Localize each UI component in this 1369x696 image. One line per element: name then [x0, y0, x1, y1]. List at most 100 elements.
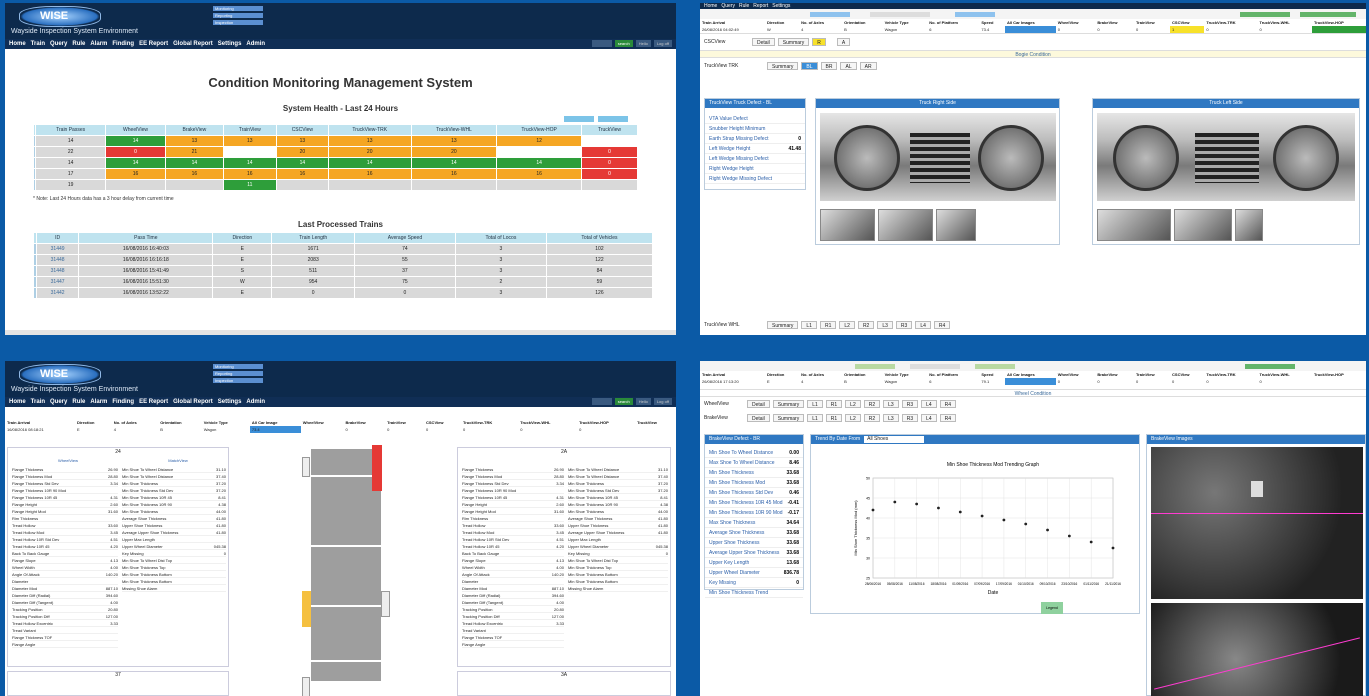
list-item[interactable]: Left Wedge Height 41.48 — [705, 144, 805, 154]
data-point[interactable] — [893, 500, 897, 504]
tv-ar-button[interactable]: AR — [859, 62, 877, 70]
logoff-link[interactable]: Log off — [653, 40, 672, 47]
wheel-warning-marker[interactable] — [302, 591, 311, 627]
bv-r1-button[interactable]: R1 — [825, 414, 843, 422]
wv-r4-button[interactable]: R4 — [939, 400, 957, 408]
list-item[interactable]: Min Shoe Thickness Trend — [705, 588, 803, 598]
whl-summary-button[interactable]: Summary — [767, 321, 799, 329]
p3-nav-rule[interactable]: Rule — [72, 399, 85, 405]
list-item[interactable]: Left Wedge Missing Defect — [705, 154, 805, 164]
csc-summary-button[interactable]: Summary — [777, 38, 810, 46]
data-point[interactable] — [1067, 534, 1071, 538]
p3-nav-alarm[interactable]: Alarm — [90, 399, 107, 405]
p3-nav-settings[interactable]: Settings — [218, 399, 242, 405]
wv-l3-button[interactable]: L3 — [883, 400, 899, 408]
p2-approve-button[interactable] — [1240, 12, 1290, 17]
health-cell[interactable]: 16 — [275, 168, 329, 180]
health-cell[interactable]: 16 — [222, 168, 277, 180]
health-cell[interactable]: 13 — [327, 135, 412, 147]
health-cell[interactable]: 14 — [104, 157, 167, 169]
health-cell[interactable]: 0 — [581, 157, 638, 169]
whl-r2-button[interactable]: R2 — [857, 321, 875, 329]
health-cell[interactable]: 20 — [327, 146, 412, 158]
health-cell[interactable]: 14 — [410, 157, 498, 169]
reporting-button[interactable]: Reporting — [213, 13, 263, 18]
whl-l2-button[interactable]: L2 — [839, 321, 855, 329]
health-cell[interactable]: 16 — [327, 168, 412, 180]
tv-br-button[interactable]: BR — [820, 62, 838, 70]
wv-l1-button[interactable]: L1 — [807, 400, 823, 408]
health-cell[interactable]: 13 — [165, 135, 224, 147]
list-item[interactable]: Average Shoe Thickness 33.68 — [705, 528, 803, 538]
p3-search-button[interactable]: search — [614, 398, 633, 405]
data-point[interactable] — [958, 510, 962, 514]
health-cell[interactable]: 14 — [275, 157, 329, 169]
train-id-link[interactable]: 31448 — [35, 254, 80, 266]
list-item[interactable]: Max Shoe Thickness 34.64 — [705, 518, 803, 528]
health-cell[interactable]: 11 — [222, 179, 277, 191]
p3-search-input[interactable] — [592, 398, 612, 405]
nav-query[interactable]: Query — [50, 41, 67, 47]
p3-nav-global-report[interactable]: Global Report — [173, 399, 213, 405]
truck-left-image[interactable] — [1097, 113, 1355, 201]
nav-global-report[interactable]: Global Report — [173, 41, 213, 47]
p3-monitoring-button[interactable]: Monitoring — [213, 364, 263, 369]
inspection-button[interactable]: Inspection — [213, 20, 263, 25]
health-cell[interactable]: 16 — [496, 168, 583, 180]
health-cell[interactable]: 20 — [275, 146, 329, 158]
data-point[interactable] — [937, 506, 940, 510]
wv-r3-button[interactable]: R3 — [901, 400, 919, 408]
health-cell[interactable]: 21 — [165, 146, 224, 158]
truck-left-thumb-3[interactable] — [1235, 209, 1263, 241]
health-cell[interactable]: 14 — [222, 157, 277, 169]
train-id-link[interactable]: 31442 — [35, 287, 80, 299]
p3-inspection-button[interactable]: Inspection — [213, 378, 263, 383]
list-item[interactable]: VTA Value Defect — [705, 114, 805, 124]
health-cell[interactable] — [327, 179, 412, 191]
health-cell[interactable]: 12 — [496, 135, 583, 147]
nav-alarm[interactable]: Alarm — [90, 41, 107, 47]
nav-admin[interactable]: Admin — [246, 41, 265, 47]
shoe-select[interactable]: All Shoes — [864, 436, 925, 443]
wv-l2-button[interactable]: L2 — [845, 400, 861, 408]
bv-r2-button[interactable]: R2 — [863, 414, 881, 422]
whl-l3-button[interactable]: L3 — [877, 321, 893, 329]
health-cell[interactable] — [581, 179, 638, 191]
bv-summary-button[interactable]: Summary — [772, 414, 805, 422]
data-point[interactable] — [1089, 540, 1093, 544]
p4-vehicle-select[interactable] — [910, 364, 960, 369]
p3-nav-finding[interactable]: Finding — [112, 399, 134, 405]
list-item[interactable]: Right Wedge Height — [705, 164, 805, 174]
list-item[interactable]: Min Shoe Thickness 10R 90 Mod -0.17 — [705, 508, 803, 518]
p3-logoff-link[interactable]: Log off — [653, 398, 672, 405]
list-item[interactable]: Max Shoe To Wheel Distance 8.46 — [705, 458, 803, 468]
health-cell[interactable]: 13 — [410, 135, 498, 147]
wv-summary-button[interactable]: Summary — [772, 400, 805, 408]
nav-rule[interactable]: Rule — [72, 41, 85, 47]
brake-image-top[interactable] — [1151, 447, 1363, 599]
p2-save-button[interactable] — [1300, 12, 1356, 17]
list-item[interactable]: Key Missing 0 — [705, 578, 803, 588]
data-point[interactable] — [1024, 522, 1028, 526]
health-cell[interactable] — [165, 179, 224, 191]
bv-l1-button[interactable]: L1 — [807, 414, 823, 422]
health-cell[interactable]: 0 — [581, 146, 638, 158]
p3-nav-admin[interactable]: Admin — [246, 399, 265, 405]
health-cell[interactable] — [275, 179, 329, 191]
health-cell[interactable]: 0 — [104, 146, 167, 158]
health-cell[interactable]: 13 — [275, 135, 329, 147]
whl-l1-button[interactable]: L1 — [801, 321, 817, 329]
nav-home[interactable]: Home — [9, 41, 26, 47]
health-cell[interactable]: 20 — [410, 146, 498, 158]
list-item[interactable]: Earth Strap Missing Defect 0 — [705, 134, 805, 144]
wv-r2-button[interactable]: R2 — [863, 400, 881, 408]
export-button[interactable] — [564, 116, 594, 122]
truck-right-thumb-1[interactable] — [820, 209, 875, 241]
p2-vehicle-select[interactable] — [870, 12, 930, 17]
csc-r-button[interactable]: R — [812, 38, 826, 46]
health-cell[interactable]: 0 — [581, 168, 638, 180]
list-item[interactable]: Min Shoe Thickness Mod 33.68 — [705, 478, 803, 488]
train-id-link[interactable]: 31449 — [35, 243, 80, 255]
wv-r1-button[interactable]: R1 — [825, 400, 843, 408]
list-item[interactable]: Min Shoe Thickness Std Dev 0.46 — [705, 488, 803, 498]
